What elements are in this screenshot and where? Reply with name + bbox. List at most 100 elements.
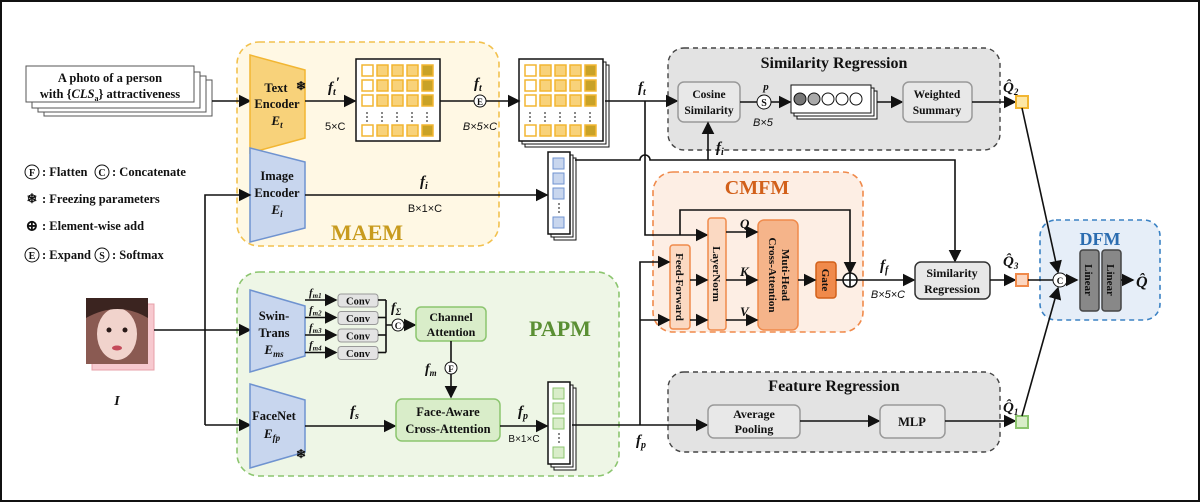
svg-text:S: S [99,251,105,262]
feature-cell [552,187,565,200]
svg-text:K: K [739,264,750,279]
papm-title: PAPM [529,316,591,341]
feature-cell [584,94,597,107]
q2-output [1015,95,1029,109]
feature-cell [539,79,552,92]
feature-cell [524,64,537,77]
svg-text:B×5×C: B×5×C [463,121,497,133]
feature-cell [569,79,582,92]
architecture-diagram: A photo of a person with {CLSa} attracti… [0,0,1200,502]
feature-cell [376,124,389,137]
svg-text:Gate: Gate [819,269,831,292]
feature-cell [552,417,565,430]
svg-text:: Flatten: : Flatten [42,165,88,179]
svg-text:E: E [29,251,36,262]
feature-cell [554,94,567,107]
prompt-cards: A photo of a person with {CLSa} attracti… [25,65,213,117]
input-face-image [86,298,155,371]
feature-cell [552,402,565,415]
svg-text:B×1×C: B×1×C [508,434,539,445]
svg-text:S: S [761,98,767,109]
svg-text:Channel: Channel [429,310,473,324]
svg-text:: Element-wise add: : Element-wise add [42,219,144,233]
feature-cell [539,64,552,77]
svg-text:C: C [395,321,402,331]
feature-cell [421,64,434,77]
final-output-label: Q̂ [1136,272,1148,291]
feature-cell [361,94,374,107]
feature-cell [584,79,597,92]
svg-text:Encoder: Encoder [254,97,300,111]
feature-cell [376,94,389,107]
svg-text:Text: Text [264,81,288,95]
face-prior-feature-stack [547,381,577,471]
feature-cell [406,79,419,92]
svg-text:Linear: Linear [1082,264,1094,296]
feature-cell [391,124,404,137]
svg-text:Face-Aware: Face-Aware [416,405,480,419]
feature-cell [584,64,597,77]
feature-cell [569,64,582,77]
svg-text:: Expand: : Expand [42,248,91,262]
image-label: I [113,394,120,409]
feature-cell [554,124,567,137]
svg-text:Conv: Conv [346,314,371,325]
svg-text:B×5: B×5 [753,117,774,129]
snowflake-icon: ❄ [296,447,306,461]
svg-text:: Concatenate: : Concatenate [112,165,186,179]
svg-text:C: C [1057,276,1064,286]
svg-text:Swin-: Swin- [259,309,290,323]
svg-text:B×1×C: B×1×C [408,203,442,215]
feature-cell [406,94,419,107]
feature-cell [524,94,537,107]
svg-text:Cross-Attention: Cross-Attention [766,238,778,313]
dfm-title: DFM [1080,229,1121,249]
feature-cell [406,124,419,137]
cmfm-title: CMFM [725,177,790,199]
svg-text:Similarity: Similarity [926,266,977,280]
svg-text:Pooling: Pooling [735,422,774,436]
svg-text:: Freezing parameters: : Freezing parameters [42,192,160,206]
expanded-text-feature-matrix [518,58,610,148]
text-feature-matrix [355,58,441,142]
prompt-line2: with {CLSa} attractiveness [40,87,180,103]
svg-text:Q: Q [740,216,750,231]
svg-text:V: V [740,304,750,319]
maem-title: MAEM [331,220,403,245]
svg-text:Conv: Conv [346,297,371,308]
svg-text:5×C: 5×C [325,121,346,133]
svg-text:Similarity: Similarity [684,105,733,117]
feature-cell [552,172,565,185]
svg-text:Regression: Regression [924,282,980,296]
feature-cell [391,64,404,77]
svg-text:: Softmax: : Softmax [112,248,164,262]
feature-cell [361,124,374,137]
snowflake-icon: ❄ [296,79,306,93]
svg-text:E: E [477,97,483,107]
svg-text:B×5×C: B×5×C [871,289,905,301]
svg-text:Trans: Trans [258,326,289,340]
feature-cell [376,79,389,92]
svg-text:Encoder: Encoder [254,186,300,200]
feature-cell [552,157,565,170]
svg-text:Weighted: Weighted [914,89,961,101]
feature-cell [361,79,374,92]
feature-cell [421,79,434,92]
svg-text:p: p [762,81,769,93]
prompt-line1: A photo of a person [58,71,162,85]
feature-cell [406,64,419,77]
image-feature-stack [547,151,577,241]
svg-text:Conv: Conv [346,349,371,360]
feature-cell [539,94,552,107]
add-icon: ⊕ [25,218,38,235]
svg-text:Feed-Forward: Feed-Forward [673,253,685,321]
feature-cell [421,94,434,107]
feature-cell [539,124,552,137]
feature-cell [524,124,537,137]
feature-cell [554,64,567,77]
feature-cell [569,124,582,137]
svg-text:Average: Average [733,407,775,421]
feature-cell [524,79,537,92]
svg-text:LayerNorm: LayerNorm [710,246,722,302]
probability-vector-stack [790,84,878,120]
